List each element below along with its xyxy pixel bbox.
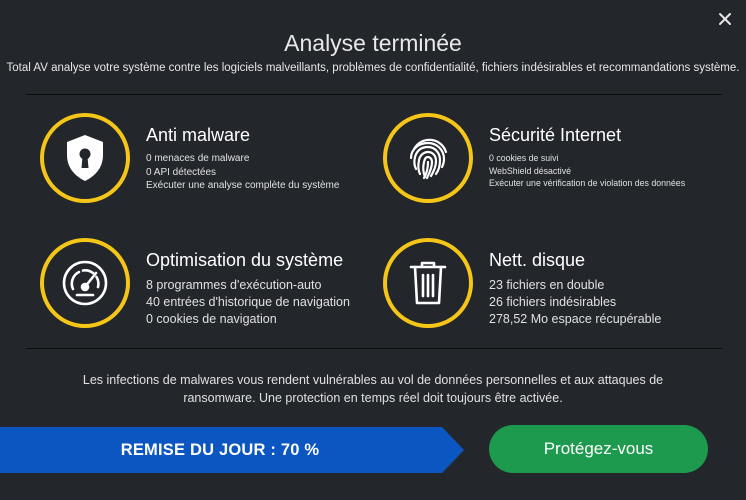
page-subtitle: Total AV analyse votre système contre le… (6, 62, 740, 74)
card-line: 278,52 Mo espace récupérable (489, 312, 662, 326)
card-disk-cleanup: Nett. disque 23 fichiers en double 26 fi… (383, 238, 723, 338)
card-line: 0 menaces de malware (146, 153, 250, 164)
card-line: 40 entrées d'historique de navigation (146, 295, 350, 309)
card-line: Exécuter une vérification de violation d… (489, 178, 686, 188)
card-line: 0 cookies de navigation (146, 312, 277, 326)
info-text: Les infections de malwares vous rendent … (82, 373, 664, 405)
top-divider (26, 94, 722, 95)
card-title: Sécurité Internet (489, 125, 622, 145)
speedometer-icon (40, 238, 130, 328)
card-line: WebShield désactivé (489, 165, 571, 176)
trash-icon (383, 238, 473, 328)
fingerprint-icon (383, 113, 473, 203)
card-line: 23 fichiers en double (489, 278, 605, 292)
card-title: Anti malware (146, 125, 251, 145)
promo-label: REMISE DU JOUR : 70 % (120, 440, 320, 459)
card-line: 0 API détectées (146, 166, 217, 178)
card-title: Optimisation du système (146, 250, 344, 270)
card-internet-security: Sécurité Internet 0 cookies de suivi Web… (383, 113, 723, 213)
bottom-divider (26, 348, 722, 349)
card-line: 0 cookies de suivi (489, 153, 559, 163)
card-line: 8 programmes d'exécution-auto (146, 278, 322, 292)
close-icon[interactable] (714, 8, 736, 30)
card-title: Nett. disque (489, 250, 586, 270)
card-line: 26 fichiers indésirables (489, 295, 617, 309)
card-system-optimization: Optimisation du système 8 programmes d'e… (40, 238, 380, 338)
card-anti-malware: Anti malware 0 menaces de malware 0 API … (40, 113, 380, 213)
promo-banner: REMISE DU JOUR : 70 % (0, 427, 464, 473)
shield-lock-icon (40, 113, 130, 203)
card-line: Exécuter une analyse complète du système (146, 180, 340, 191)
protect-button[interactable]: Protégez-vous (489, 425, 708, 473)
page-title: Analyse terminée (284, 30, 462, 56)
